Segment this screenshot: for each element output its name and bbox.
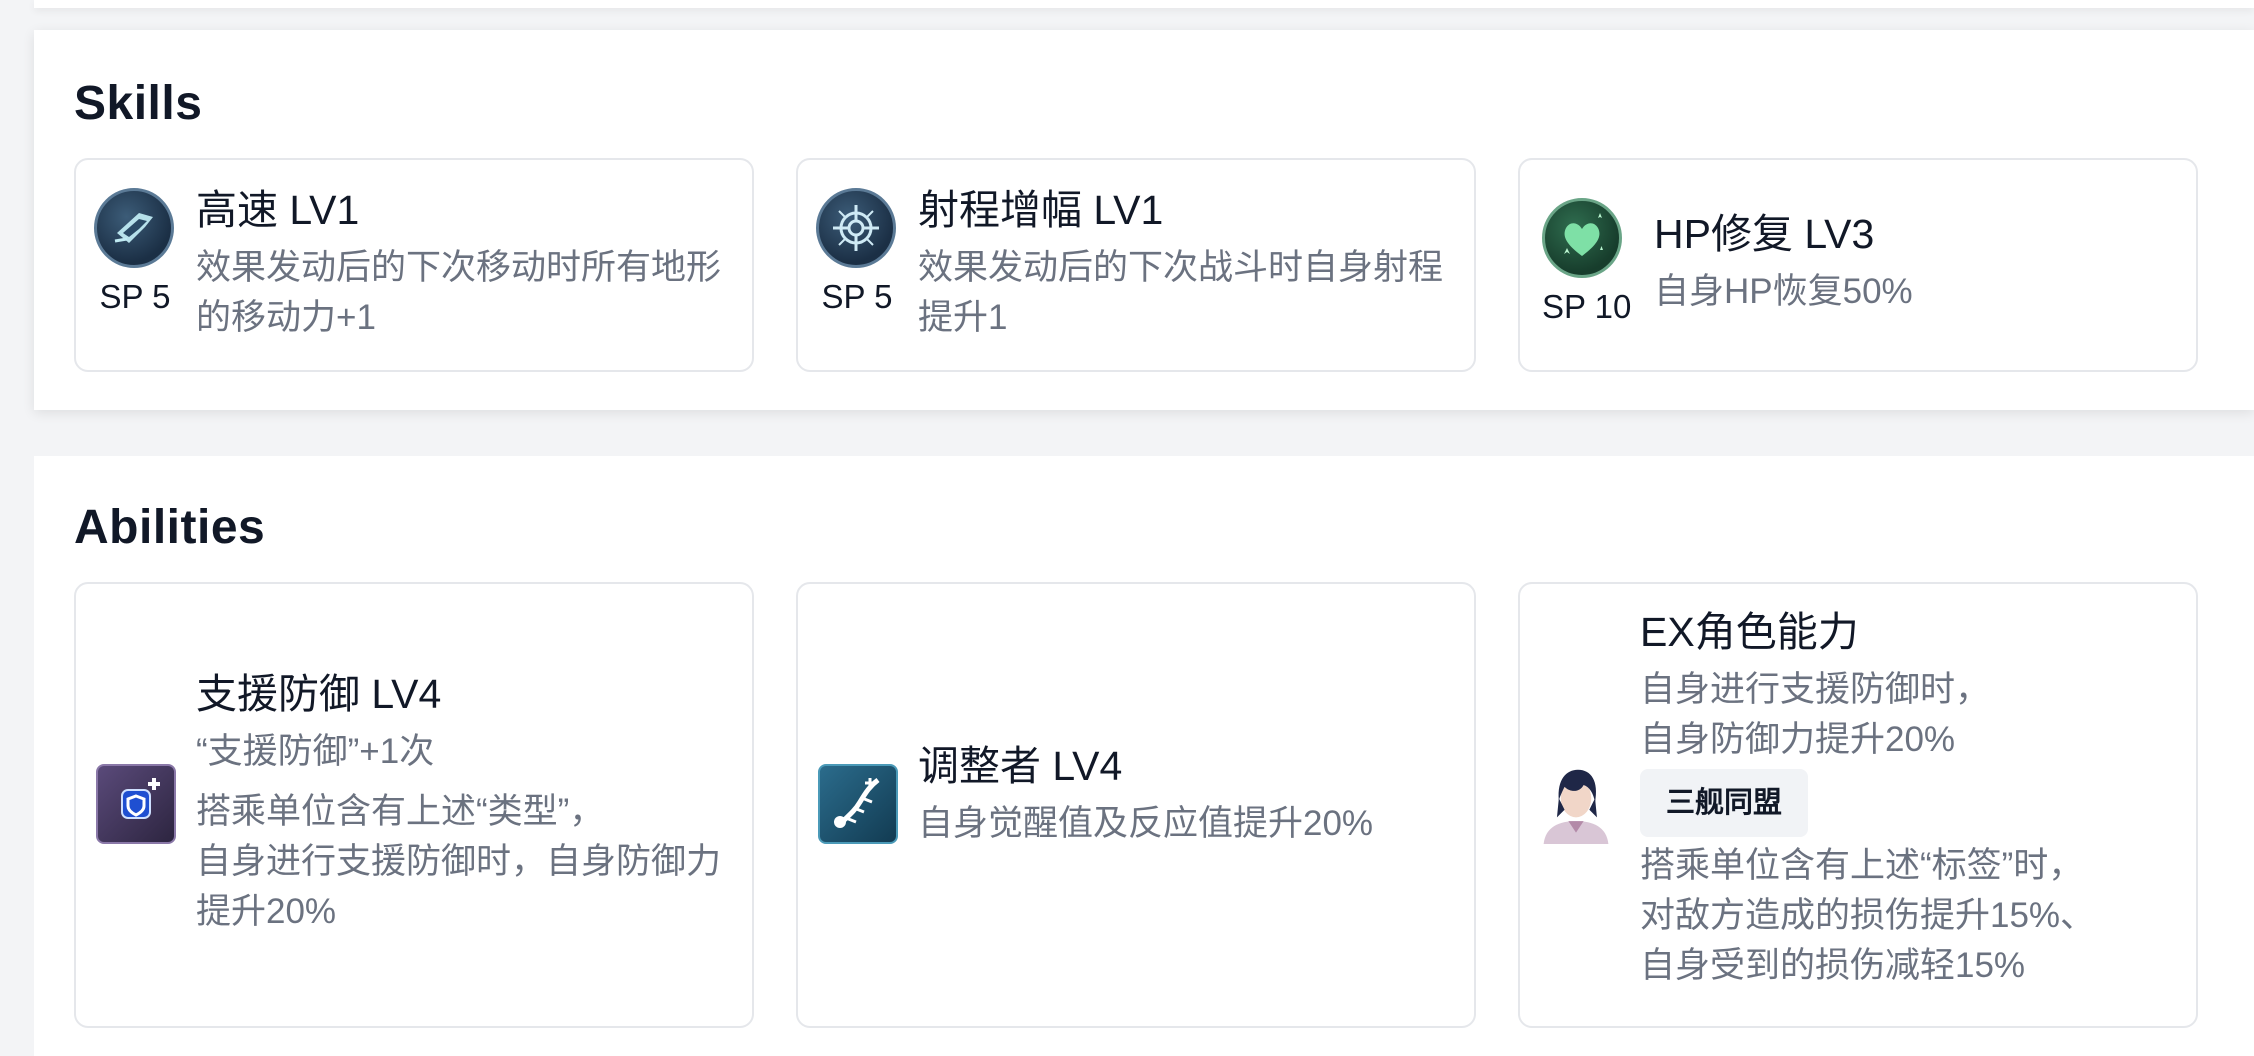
description-line: 效果发动后的下次战斗时自身射程 [918,248,1444,288]
skill-description: 自身HP恢复50% [1654,267,2176,317]
ability-text: 调整者 LV4 自身觉醒值及反应值提升20% [918,742,1454,849]
skill-name: HP修复 LV3 [1654,211,1875,257]
ability-card-support-defense: 支援防御 LV4 “支援防御”+1次 搭乘单位含有上述“类型”， 自身进行支援防… [74,582,754,1028]
skill-icon-column: SP 5 [94,188,176,316]
skill-text: HP修复 LV3 自身HP恢复50% [1654,210,2176,317]
skill-card-range-boost: SP 5 射程增幅 LV1 效果发动后的下次战斗时自身射程 提升1 [796,158,1476,372]
skill-description: 效果发动后的下次战斗时自身射程 提升1 [918,243,1454,343]
description-line: 搭乘单位含有上述“标签”时， [1640,846,2084,886]
ability-description: 自身进行支援防御时， 自身防御力提升20% 三舰同盟 搭乘单位含有上述“标签”时… [1640,665,2176,991]
section-title-skills: Skills [74,77,203,130]
shield-plus-icon [96,764,176,844]
skill-text: 射程增幅 LV1 效果发动后的下次战斗时自身射程 提升1 [918,186,1454,343]
skill-icon-column: SP 5 [816,188,898,316]
description-line: 提升1 [918,298,1008,338]
speed-arrow-icon [94,188,174,268]
skills-section: Skills SP 5 高速 LV1 效果发动后的下次移动时所有地形 的移动力+… [34,30,2254,410]
sp-cost: SP 10 [1542,288,1632,325]
skill-description: 效果发动后的下次移动时所有地形 的移动力+1 [196,243,732,343]
ability-name: 调整者 LV4 [918,743,1123,789]
description-line: 的移动力+1 [196,298,376,338]
skill-card-hp-repair: SP 10 HP修复 LV3 自身HP恢复50% [1518,158,2198,372]
heart-heal-icon [1542,198,1622,278]
description-line: “支援防御”+1次 [196,732,435,772]
description-line: 对敌方造成的损伤提升15%、 [1640,896,2096,936]
description-line: 搭乘单位含有上述“类型”， [196,792,605,832]
ability-name: EX角色能力 [1640,609,1859,655]
sp-cost: SP 5 [821,278,893,315]
previous-section-edge [34,0,2254,8]
sp-cost: SP 5 [99,278,171,315]
ability-description: 自身觉醒值及反应值提升20% [918,799,1454,849]
skill-name: 高速 LV1 [196,187,360,233]
description-line: 自身受到的损伤减轻15% [1640,946,2026,986]
ability-card-coordinator: 调整者 LV4 自身觉醒值及反应值提升20% [796,582,1476,1028]
ability-card-ex-character: EX角色能力 自身进行支援防御时， 自身防御力提升20% 三舰同盟 搭乘单位含有… [1518,582,2198,1028]
description-line: 自身防御力提升20% [1640,720,1956,760]
skill-icon-column: SP 10 [1542,198,1632,326]
crosshair-target-icon [816,188,896,268]
description-line: 效果发动后的下次移动时所有地形 [196,248,722,288]
description-line: 自身HP恢复50% [1654,272,1913,312]
pilot-avatar-icon [1536,764,1616,844]
description-line: 自身进行支援防御时，自身防御力 [196,842,722,882]
tag-badge: 三舰同盟 [1640,769,1809,838]
skill-text: 高速 LV1 效果发动后的下次移动时所有地形 的移动力+1 [196,186,732,343]
abilities-section: Abilities 支援防御 LV4 “支援防御”+1次 搭乘单位含有上述“类型… [34,456,2254,1056]
ability-description: “支援防御”+1次 搭乘单位含有上述“类型”， 自身进行支援防御时，自身防御力 … [196,727,732,937]
ability-name: 支援防御 LV4 [196,671,442,717]
description-line: 自身进行支援防御时， [1640,670,1991,710]
skill-card-speed: SP 5 高速 LV1 效果发动后的下次移动时所有地形 的移动力+1 [74,158,754,372]
description-line: 提升20% [196,892,337,932]
skill-name: 射程增幅 LV1 [918,187,1164,233]
ability-text: 支援防御 LV4 “支援防御”+1次 搭乘单位含有上述“类型”， 自身进行支援防… [196,670,732,937]
description-line: 自身觉醒值及反应值提升20% [918,804,1374,844]
coordinator-dna-icon [818,764,898,844]
section-title-abilities: Abilities [74,501,266,554]
ability-text: EX角色能力 自身进行支援防御时， 自身防御力提升20% 三舰同盟 搭乘单位含有… [1640,608,2176,991]
